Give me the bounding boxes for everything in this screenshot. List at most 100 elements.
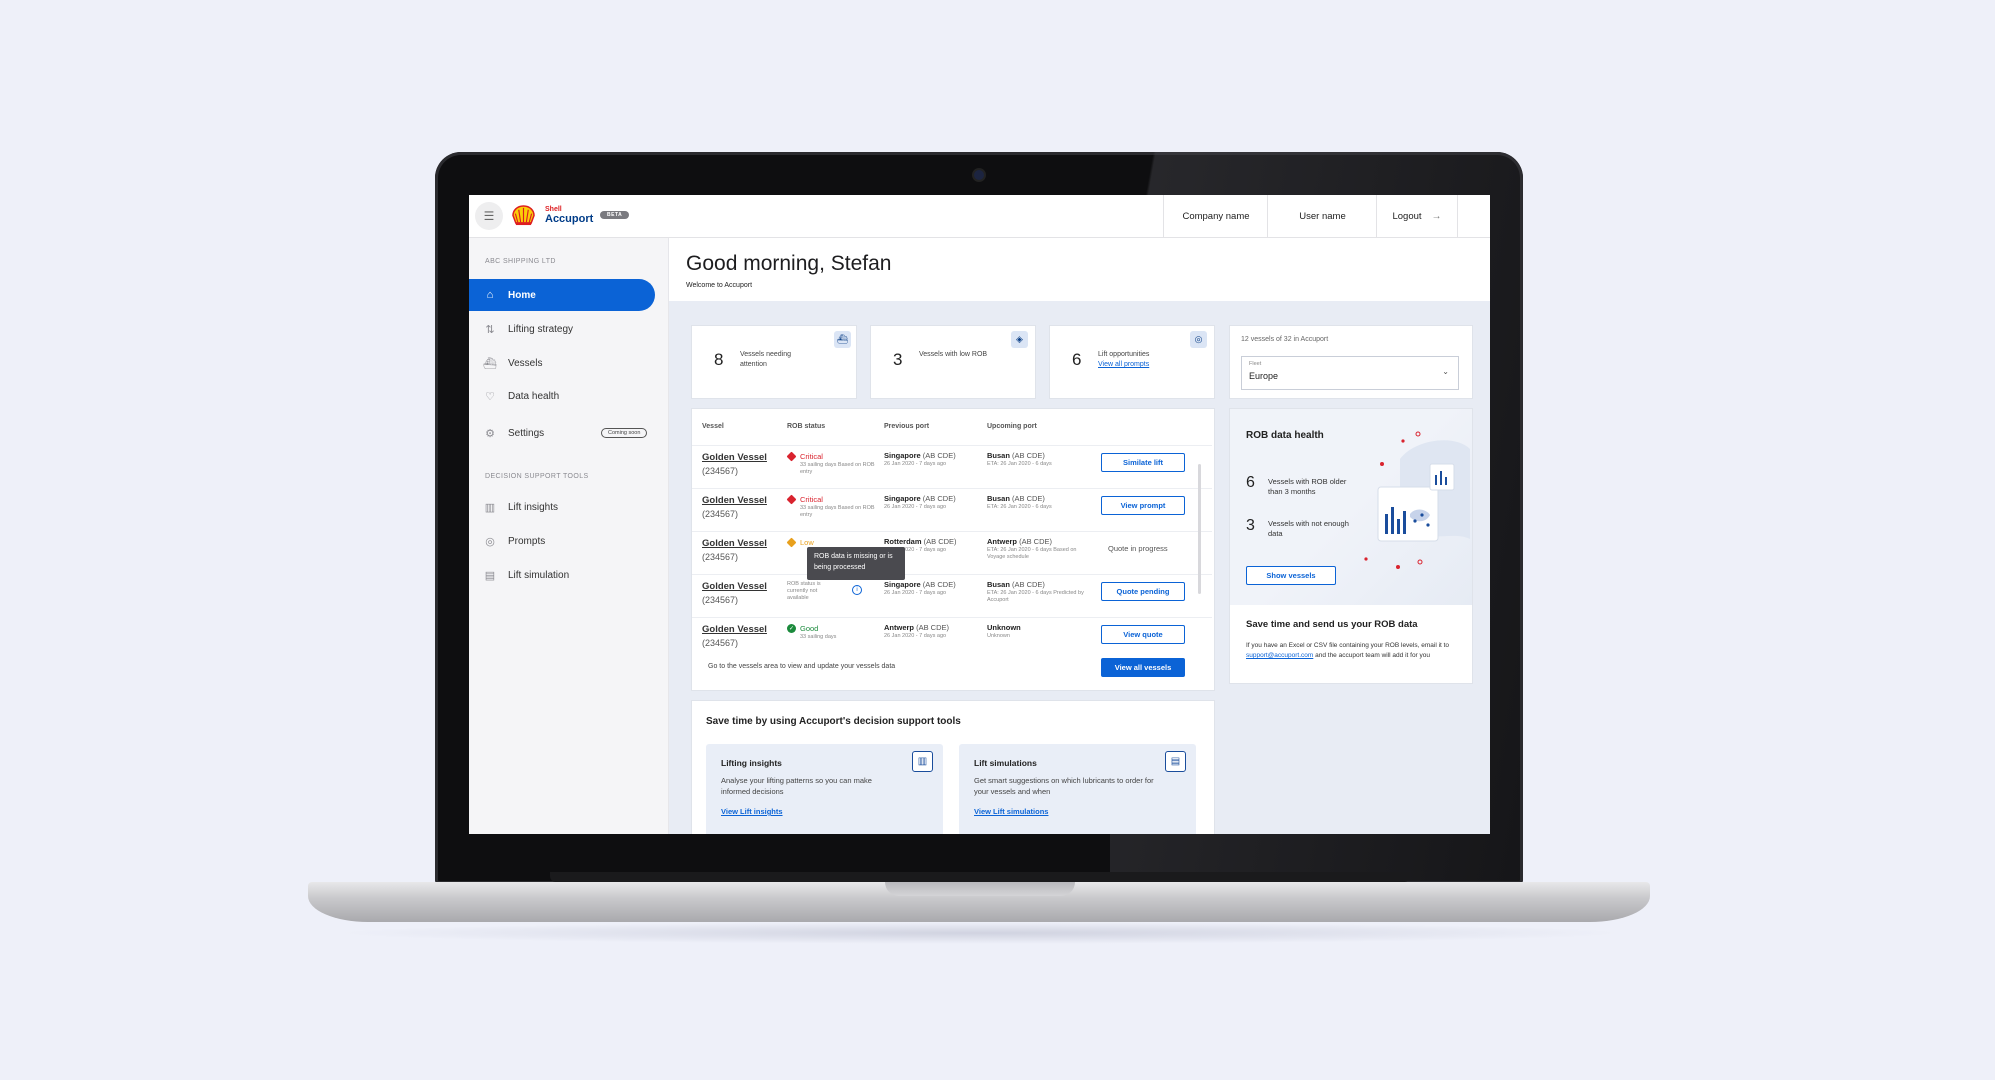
view-quote-button[interactable]: View quote [1101, 625, 1185, 644]
rob-stat-value: 6 [1246, 474, 1255, 491]
previous-port: Singapore (AB CDE) [884, 494, 956, 503]
rob-health-card: ROB data health 6 Vessels with ROB older… [1229, 408, 1473, 684]
table-row: Golden Vessel (234567) ROB status is cur… [692, 574, 1212, 618]
hamburger-icon: ☰ [483, 209, 495, 223]
port-name: Antwerp [884, 623, 914, 632]
tool-card-lifting-insights[interactable]: Lifting insights Analyse your lifting pa… [706, 744, 943, 834]
sidebar-item-label: Settings [508, 427, 545, 439]
view-lift-simulations-link[interactable]: View Lift simulations [974, 807, 1048, 816]
upcoming-port-eta: ETA: 26 Jan 2020 - 6 days Predicted by A… [987, 590, 1084, 603]
rob-status-detail: 33 sailing days Based on ROB entry [800, 505, 875, 518]
rob-status: Low [800, 538, 814, 547]
sidebar-item-lift-insights[interactable]: ▥ Lift insights [469, 491, 655, 523]
menu-button[interactable]: ☰ [475, 202, 503, 230]
kpi-value: 6 [1072, 350, 1082, 369]
home-icon: ⌂ [486, 289, 494, 301]
sidebar-item-settings[interactable]: ⚙ Settings Coming soon [469, 417, 655, 449]
bar-chart-icon: ▥ [484, 501, 496, 514]
upcoming-port: Unknown [987, 623, 1021, 632]
vessel-name-link[interactable]: Golden Vessel [702, 495, 767, 506]
tool-description: Get smart suggestions on which lubricant… [974, 776, 1154, 796]
fleet-select-label: Fleet [1249, 361, 1262, 367]
port-name: Antwerp [987, 537, 1017, 546]
vessel-name-link[interactable]: Golden Vessel [702, 452, 767, 463]
column-header: Previous port [884, 423, 930, 430]
upcoming-port-eta: Unknown [987, 633, 1010, 639]
view-all-vessels-button[interactable]: View all vessels [1101, 658, 1185, 677]
port-code: (AB CDE) [1019, 537, 1053, 546]
show-vessels-button[interactable]: Show vessels [1246, 566, 1336, 585]
sidebar-item-prompts[interactable]: ◎ Prompts [469, 525, 655, 557]
sidebar: ABC SHIPPING LTD ⌂ Home ⇅ Lifting strate… [469, 238, 669, 834]
sidebar-item-label: Data health [508, 390, 560, 402]
ship-icon: ⛴ [834, 331, 851, 348]
sidebar-item-lifting-strategy[interactable]: ⇅ Lifting strategy [469, 313, 655, 345]
upcoming-port: Busan (AB CDE) [987, 451, 1045, 460]
vessel-name-link[interactable]: Golden Vessel [702, 624, 767, 635]
vessel-id: (234567) [702, 638, 739, 648]
brand-accuport: Accuport [545, 213, 594, 225]
previous-port-date: 26 Jan 2020 - 7 days ago [884, 504, 947, 510]
company-menu[interactable]: Company name [1163, 195, 1268, 237]
sidebar-item-label: Home [508, 289, 536, 301]
table-row: Golden Vessel (234567) Critical 33 saili… [692, 488, 1212, 532]
coming-soon-badge: Coming soon [601, 428, 648, 438]
kpi-card-lift-opportunities[interactable]: 6 Lift opportunities View all prompts ◎ [1049, 325, 1215, 399]
vessel-id: (234567) [702, 552, 739, 562]
previous-port-date: 26 Jan 2020 - 7 days ago [884, 633, 947, 639]
view-all-prompts-link[interactable]: View all prompts [1098, 361, 1149, 368]
sidebar-item-data-health[interactable]: ♡ Data health [469, 380, 655, 412]
sidebar-item-label: Lift insights [508, 501, 559, 513]
data-illustration-icon [1364, 431, 1470, 569]
simulate-lift-button[interactable]: Similate lift [1101, 453, 1185, 472]
rob-status: Critical [800, 452, 823, 461]
kpi-label: Lift opportunities View all prompts [1098, 350, 1168, 370]
quote-pending-button[interactable]: Quote pending [1101, 582, 1185, 601]
alert-icon: ◈ [1011, 331, 1028, 348]
fleet-select-value: Europe [1249, 371, 1279, 381]
sidebar-item-label: Prompts [508, 535, 546, 547]
tool-card-lift-simulations[interactable]: Lift simulations Get smart suggestions o… [959, 744, 1196, 834]
fleet-select[interactable]: Fleet Europe ⌄ [1241, 356, 1459, 390]
camera-icon [974, 170, 984, 180]
column-header: Upcoming port [987, 423, 1037, 430]
critical-icon [786, 494, 797, 505]
support-email-link[interactable]: support@accuport.com [1246, 652, 1313, 659]
lightbulb-icon: ◎ [1190, 331, 1207, 348]
previous-port: Antwerp (AB CDE) [884, 623, 949, 632]
kpi-card-low-rob[interactable]: 3 Vessels with low ROB ◈ [870, 325, 1036, 399]
table-scrollbar[interactable] [1198, 464, 1201, 594]
bar-chart-icon: ▥ [912, 751, 933, 772]
sidebar-item-lift-simulation[interactable]: ▤ Lift simulation [469, 559, 655, 591]
info-icon[interactable]: i [852, 585, 862, 595]
port-name: Singapore [884, 494, 921, 503]
vessel-name-link[interactable]: Golden Vessel [702, 581, 767, 592]
view-lift-insights-link[interactable]: View Lift insights [721, 807, 783, 816]
laptop-notch [885, 882, 1075, 896]
user-name: User name [1299, 210, 1346, 222]
view-prompt-button[interactable]: View prompt [1101, 496, 1185, 515]
column-header: ROB status [787, 423, 826, 430]
rob-health-title: ROB data health [1246, 430, 1324, 441]
port-code: (AB CDE) [1012, 494, 1045, 503]
tools-section-label: DECISION SUPPORT TOOLS [485, 473, 589, 480]
kpi-value: 8 [714, 350, 724, 369]
simulation-icon: ▤ [1165, 751, 1186, 772]
port-code: (AB CDE) [922, 494, 956, 503]
rob-missing-tooltip: ROB data is missing or is being processe… [807, 547, 905, 580]
logout-button[interactable]: Logout → [1376, 195, 1458, 237]
rob-status-detail: 33 sailing days Based on ROB entry [800, 462, 875, 475]
tool-title: Lifting insights [721, 758, 782, 768]
kpi-card-attention[interactable]: 8 Vessels needing attention ⛴ [691, 325, 857, 399]
table-footer-text: Go to the vessels area to view and updat… [708, 663, 896, 670]
table-row: Golden Vessel (234567) ✓ Good 33 sailing… [692, 617, 1212, 661]
user-menu[interactable]: User name [1267, 195, 1377, 237]
heart-icon: ♡ [485, 390, 495, 403]
vessel-name-link[interactable]: Golden Vessel [702, 538, 767, 549]
previous-port: Rotterdam (AB CDE) [884, 537, 957, 546]
tool-description: Analyse your lifting patterns so you can… [721, 776, 872, 796]
sidebar-item-home[interactable]: ⌂ Home [469, 279, 655, 311]
quote-status: Quote in progress [1108, 544, 1168, 553]
fleet-count: 12 vessels of 32 in Accuport [1241, 336, 1329, 343]
sidebar-item-vessels[interactable]: ⛴ Vessels [469, 347, 655, 379]
